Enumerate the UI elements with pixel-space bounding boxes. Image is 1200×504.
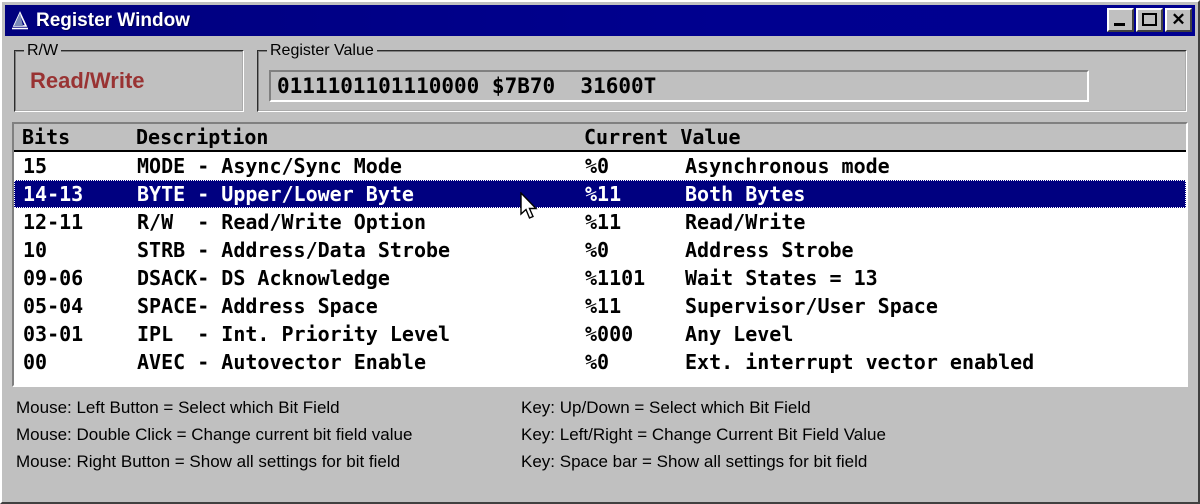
cell-current-value: %1101	[585, 266, 646, 290]
table-row[interactable]: 15 MODE - Async/Sync Mode %0 Asynchronous m…	[14, 152, 1186, 180]
cell-description: MODE - Async/Sync Mode	[137, 154, 402, 178]
rw-value-text: Read/Write	[30, 68, 145, 93]
close-icon: ✕	[1171, 9, 1186, 29]
table-row[interactable]: 09-06 DSACK- DS Acknowledge %1101 Wait Stat…	[14, 264, 1186, 292]
mouse-help-column: Mouse: Left Button = Select which Bit Fi…	[16, 394, 412, 475]
table-row[interactable]: 03-01 IPL - Int. Priority Level %000 Any Le…	[14, 320, 1186, 348]
table-row[interactable]: 00 AVEC - Autovector Enable %0 Ext. interru…	[14, 348, 1186, 376]
cell-description: STRB - Address/Data Strobe	[137, 238, 451, 262]
register-value-group-box: Register Value 0111101101110000 $7B70 31…	[257, 42, 1187, 112]
compass-triangle-icon	[9, 10, 31, 32]
minimize-button[interactable]	[1107, 8, 1134, 32]
rw-group-legend: R/W	[24, 42, 62, 60]
maximize-icon	[1142, 13, 1157, 26]
cell-description: IPL - Int. Priority Level	[137, 322, 451, 346]
cell-description: BYTE - Upper/Lower Byte	[137, 182, 414, 206]
keyboard-help-column: Key: Up/Down = Select which Bit Field Ke…	[521, 394, 886, 475]
cell-bits: 00	[23, 350, 48, 374]
cell-current-value: %0	[585, 350, 610, 374]
list-header-row: Bits Description Current Value	[14, 124, 1186, 152]
help-line: Key: Up/Down = Select which Bit Field	[521, 398, 811, 417]
cell-current-value: %11	[585, 182, 622, 206]
cell-meaning: Ext. interrupt vector enabled	[685, 350, 1035, 374]
title-bar: Register Window ✕	[5, 5, 1195, 36]
help-line: Key: Space bar = Show all settings for b…	[521, 452, 868, 471]
help-line: Mouse: Right Button = Show all settings …	[16, 452, 401, 471]
cell-current-value: %0	[585, 238, 610, 262]
register-value-field[interactable]: 0111101101110000 $7B70 31600T	[269, 70, 1089, 102]
help-text-area: Mouse: Left Button = Select which Bit Fi…	[16, 394, 1186, 494]
table-row[interactable]: 05-04 SPACE- Address Space %11 Supervisor/U…	[14, 292, 1186, 320]
cell-meaning: Asynchronous mode	[685, 154, 890, 178]
cell-meaning: Both Bytes	[685, 182, 806, 206]
column-header-bits[interactable]: Bits	[14, 125, 136, 149]
register-value-legend: Register Value	[267, 42, 377, 60]
cell-description: SPACE- Address Space	[137, 294, 378, 318]
cell-description: DSACK- DS Acknowledge	[137, 266, 390, 290]
cell-bits: 05-04	[23, 294, 84, 318]
cell-meaning: Wait States = 13	[685, 266, 878, 290]
cell-current-value: %000	[585, 322, 634, 346]
cell-bits: 14-13	[23, 182, 84, 206]
close-button[interactable]: ✕	[1165, 8, 1192, 32]
cell-meaning: Address Strobe	[685, 238, 854, 262]
cell-bits: 09-06	[23, 266, 84, 290]
table-row[interactable]: 14-13 BYTE - Upper/Lower Byte %11 Both Byte…	[14, 180, 1186, 208]
cell-current-value: %0	[585, 154, 610, 178]
help-line: Key: Left/Right = Change Current Bit Fie…	[521, 425, 886, 444]
cell-current-value: %11	[585, 294, 622, 318]
table-row[interactable]: 12-11 R/W - Read/Write Option %11 Read/Writ…	[14, 208, 1186, 236]
cell-description: AVEC - Autovector Enable	[137, 350, 426, 374]
rw-group-box: R/W Read/Write	[14, 42, 244, 112]
cell-bits: 12-11	[23, 210, 84, 234]
cell-bits: 03-01	[23, 322, 84, 346]
cell-description: R/W - Read/Write Option	[137, 210, 426, 234]
list-rows: 15 MODE - Async/Sync Mode %0 Asynchronous m…	[14, 152, 1186, 376]
window-title: Register Window	[36, 9, 190, 31]
cell-meaning: Read/Write	[685, 210, 806, 234]
column-header-current-value[interactable]: Current Value	[584, 125, 741, 149]
cell-current-value: %11	[585, 210, 622, 234]
minimize-icon	[1114, 23, 1125, 26]
window-controls: ✕	[1107, 8, 1192, 32]
cell-meaning: Any Level	[685, 322, 794, 346]
cell-bits: 10	[23, 238, 48, 262]
table-row[interactable]: 10 STRB - Address/Data Strobe %0 Address St…	[14, 236, 1186, 264]
help-line: Mouse: Left Button = Select which Bit Fi…	[16, 398, 340, 417]
register-window: Register Window ✕ R/W Read/Write Registe…	[0, 0, 1200, 504]
cell-bits: 15	[23, 154, 48, 178]
register-value-text: 0111101101110000 $7B70 31600T	[277, 74, 657, 98]
help-line: Mouse: Double Click = Change current bit…	[16, 425, 413, 444]
cell-meaning: Supervisor/User Space	[685, 294, 938, 318]
bit-field-list[interactable]: Bits Description Current Value 15 MODE - …	[12, 122, 1188, 387]
column-header-description[interactable]: Description	[136, 125, 584, 149]
maximize-button[interactable]	[1136, 8, 1163, 32]
